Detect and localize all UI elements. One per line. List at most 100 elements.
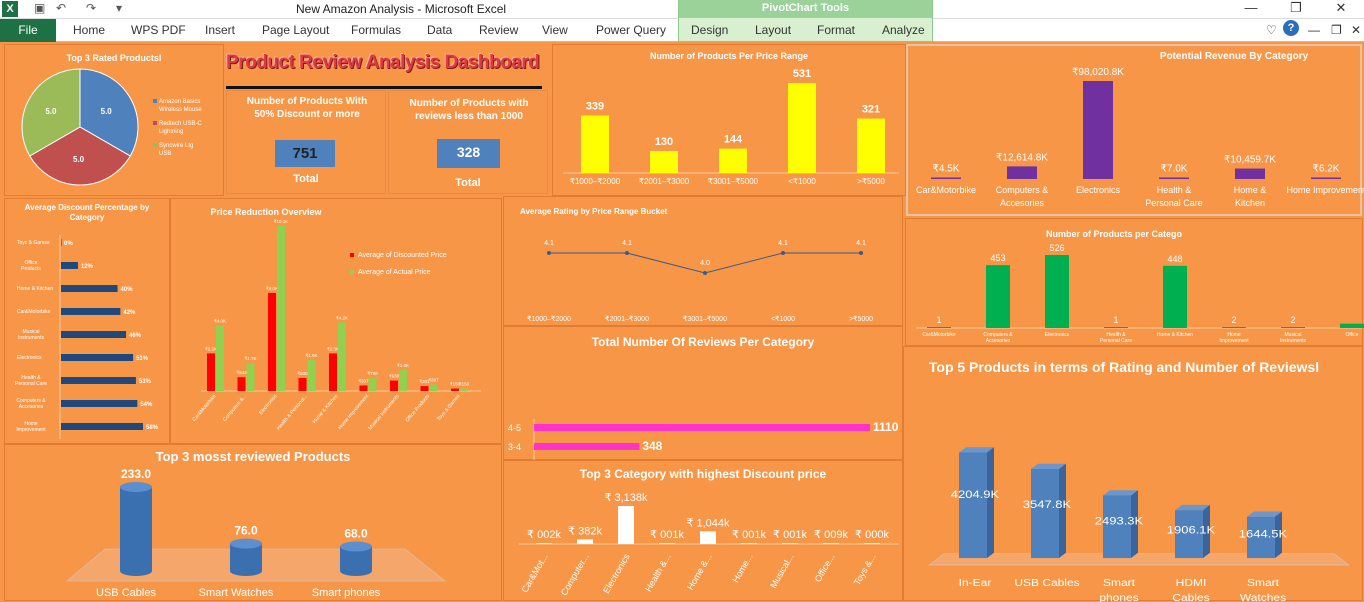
bar bbox=[329, 353, 337, 391]
bar-data-label: ₹12,614.8K bbox=[996, 152, 1048, 163]
discount-plot: 0%Toys & Games12%OfficeProducts40%Home &… bbox=[15, 235, 159, 439]
x-tick-label: Computers & bbox=[996, 185, 1049, 195]
x-tick-label: USB Cables bbox=[96, 587, 156, 599]
y-tick-label: 4-5 bbox=[508, 423, 521, 433]
data-label: 4.1 bbox=[544, 240, 554, 247]
x-tick-label: Electronics bbox=[1076, 185, 1121, 195]
tab-page-layout[interactable]: Page Layout bbox=[262, 23, 329, 37]
kpi-reviews-label: Number of Products with reviews less tha… bbox=[409, 98, 529, 122]
avg-discount-chart[interactable]: Average Discount Percentage by Category … bbox=[4, 198, 170, 444]
products-per-category-chart[interactable]: Number of Products per Catego 1 Car&Motor… bbox=[905, 218, 1364, 346]
y-tick-label: 3-4 bbox=[508, 442, 521, 452]
tab-review[interactable]: Review bbox=[479, 23, 518, 37]
top3-reviewed-chart[interactable]: Top 3 mosst reviewed Products 233.0 USB C… bbox=[4, 444, 502, 601]
bar-data-label: ₹ 001k bbox=[773, 529, 807, 541]
top3-rated-chart[interactable]: Top 3 Rated Productsl 5.0 5.0 5.0 Amazon Ba… bbox=[4, 44, 224, 196]
x-tick-label: Smart phones bbox=[312, 587, 381, 599]
bar-data-label: ₹98,020.8K bbox=[1072, 67, 1124, 78]
bar-data-label: ₹337 bbox=[358, 378, 369, 383]
bar bbox=[207, 353, 215, 391]
restore-icon[interactable]: ❐ bbox=[1281, 0, 1311, 16]
price-range-chart[interactable]: Number of Products Per Price Range 339 ₹1… bbox=[552, 44, 906, 196]
bar-data-label: ₹790 bbox=[367, 371, 378, 376]
bar bbox=[237, 377, 246, 391]
ribbon-restore-icon[interactable]: ❐ bbox=[1331, 23, 1342, 37]
avg-rating-chart[interactable]: Average Rating by Price Range Bucket 4.1… bbox=[503, 196, 903, 326]
tab-design[interactable]: Design bbox=[691, 23, 728, 37]
tab-home[interactable]: Home bbox=[73, 23, 105, 37]
price-reduction-chart[interactable]: Price Reduction Overview ₹2.3K ₹4.0K Car&M… bbox=[170, 198, 502, 444]
x-tick-label: Home... bbox=[730, 552, 754, 584]
legend-entry: Amazon Basics bbox=[159, 99, 200, 105]
kpi-discount-card[interactable]: Number of Products With 50% Discount or … bbox=[226, 90, 386, 194]
bar bbox=[857, 118, 885, 173]
tab-format[interactable]: Format bbox=[817, 23, 855, 37]
bar bbox=[1281, 327, 1305, 328]
x-tick-label: Electronics bbox=[601, 552, 632, 596]
bar-data-label: ₹ 009k bbox=[814, 529, 848, 541]
close-icon[interactable]: ✕ bbox=[1326, 0, 1356, 16]
undo-icon[interactable]: ↶ bbox=[56, 1, 66, 15]
reviews-per-category-chart[interactable]: Total Number Of Reviews Per Category 111… bbox=[503, 326, 903, 461]
tab-file[interactable]: File bbox=[0, 19, 56, 42]
bar bbox=[931, 177, 961, 179]
ribbon-collapse-icon[interactable]: ♡ bbox=[1266, 23, 1277, 37]
tab-formulas[interactable]: Formulas bbox=[351, 23, 401, 37]
x-tick-label: ₹2001–₹3000 bbox=[639, 177, 690, 186]
dashboard-sheet: Top 3 Rated Productsl 5.0 5.0 5.0 Amazon Ba… bbox=[0, 42, 1364, 602]
top3-discount-category-chart[interactable]: Top 3 Category with highest Discount pri… bbox=[503, 460, 903, 601]
minimize-icon[interactable]: — bbox=[1236, 0, 1266, 15]
x-tick-label: Home Improvement bbox=[337, 393, 370, 431]
x-tick-label: USB Cables bbox=[1014, 578, 1080, 589]
bar-data-label: ₹10,459.7K bbox=[1224, 155, 1276, 166]
reviews-plot: 11104-53483-462-310-1 bbox=[508, 419, 899, 461]
x-tick-label: Musical... bbox=[768, 552, 796, 590]
y-tick-label: Toys & Games bbox=[17, 240, 50, 246]
x-tick-label: In-Ear bbox=[959, 578, 992, 589]
cylinder-top bbox=[120, 482, 152, 492]
pie-chart: 5.0 5.0 5.0 Amazon Basics Wireless Mouse Redt… bbox=[21, 68, 202, 186]
tab-wps-pdf[interactable]: WPS PDF bbox=[131, 23, 186, 37]
price-range-plot: 339 ₹1000–₹2000 130 ₹2001–₹3000 144 ₹3001–₹50… bbox=[563, 68, 899, 186]
bar-data-label: ₹ 002k bbox=[527, 529, 561, 541]
tab-layout[interactable]: Layout bbox=[755, 23, 791, 37]
bar bbox=[864, 543, 880, 544]
bar bbox=[399, 369, 407, 391]
tab-view[interactable]: View bbox=[542, 23, 568, 37]
tab-data[interactable]: Data bbox=[427, 23, 452, 37]
x-tick-label: Office bbox=[1346, 332, 1359, 338]
bar-data-label: 348 bbox=[642, 439, 662, 453]
ribbon-close-icon[interactable]: ✕ bbox=[1351, 23, 1361, 37]
potential-revenue-chart[interactable]: Potential Revenue By Category ₹4.5K Car&M… bbox=[906, 44, 1364, 216]
excel-app-icon[interactable]: X bbox=[2, 1, 18, 17]
y-tick-label: Electronics bbox=[17, 355, 42, 361]
bar-data-label: ₹ 001k bbox=[650, 529, 684, 541]
bar bbox=[986, 265, 1010, 328]
redo-icon[interactable]: ↷ bbox=[86, 1, 96, 15]
cylinder-base bbox=[230, 566, 262, 576]
bar bbox=[429, 384, 438, 391]
save-icon[interactable]: ▣ bbox=[34, 1, 45, 15]
ribbon-min-icon[interactable]: — bbox=[1308, 23, 1320, 37]
bar bbox=[61, 331, 127, 338]
quick-access-dropdown-icon[interactable]: ▾ bbox=[116, 1, 122, 15]
tab-power-query[interactable]: Power Query bbox=[596, 23, 666, 37]
bar bbox=[1031, 469, 1059, 559]
x-tick-label: Computer... bbox=[559, 552, 591, 597]
bar-data-label: ₹6.0K bbox=[266, 286, 278, 291]
kpi-reviews-card[interactable]: Number of Products with reviews less tha… bbox=[388, 90, 548, 194]
top5-products-chart[interactable]: Top 5 Products in terms of Rating and Nu… bbox=[903, 346, 1363, 602]
bar-data-label: 42% bbox=[123, 310, 136, 316]
x-tick-label: Health & bbox=[1157, 185, 1192, 195]
tab-analyze[interactable]: Analyze bbox=[882, 23, 925, 37]
bar-data-label: ₹397 bbox=[428, 378, 439, 383]
bar-data-label: 1906.1K bbox=[1167, 523, 1216, 536]
bar-data-label: ₹843 bbox=[236, 370, 247, 375]
x-tick-label: Car&Motorbike bbox=[916, 185, 976, 195]
kpi-discount-value: 751 bbox=[292, 145, 318, 162]
bar-side bbox=[987, 447, 994, 559]
help-icon[interactable]: ? bbox=[1283, 20, 1299, 36]
dashboard-title: Product Review Analysis Dashboard bbox=[226, 52, 540, 73]
tab-insert[interactable]: Insert bbox=[205, 23, 235, 37]
bar bbox=[1311, 177, 1341, 179]
